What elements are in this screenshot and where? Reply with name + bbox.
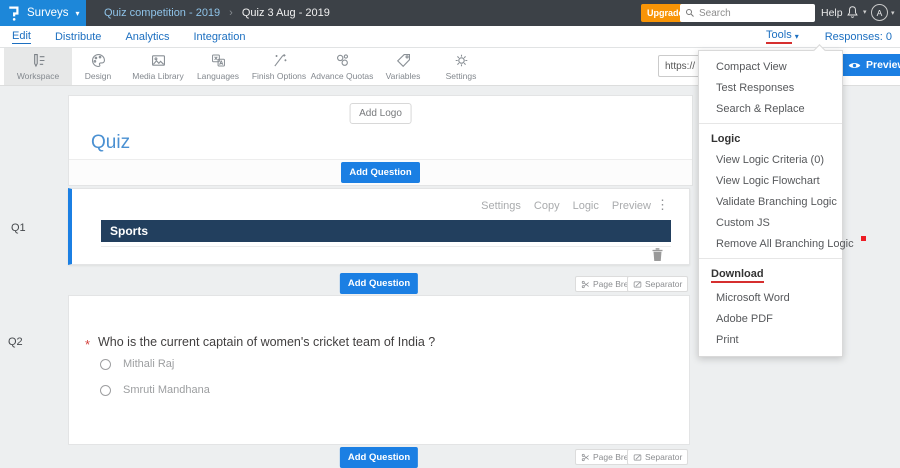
chevron-down-icon: ▾ (891, 9, 895, 17)
chevron-down-icon: ▾ (75, 8, 80, 18)
divider (699, 258, 842, 259)
menu-item-adobe-pdf[interactable]: Adobe PDF (699, 308, 842, 329)
survey-nav: Edit Distribute Analytics Integration To… (0, 26, 900, 48)
account-menu[interactable]: A ▾ (871, 4, 895, 21)
menu-item-microsoft-word[interactable]: Microsoft Word (699, 287, 842, 308)
eye-icon (848, 61, 861, 70)
preview-button[interactable]: Preview (840, 54, 900, 76)
nav-tab-integration[interactable]: Integration (193, 31, 245, 43)
question-2-card: * Who is the current captain of women's … (68, 295, 690, 445)
kebab-menu-icon[interactable]: ⋮ (656, 198, 669, 211)
required-marker: * (85, 337, 91, 352)
menu-section-logic: Logic (711, 133, 741, 145)
q1-number-label: Q1 (11, 222, 26, 234)
app-logo-icon (7, 5, 20, 22)
avatar: A (871, 4, 888, 21)
nav-tab-analytics[interactable]: Analytics (125, 31, 169, 43)
menu-item-view-logic-criteria[interactable]: View Logic Criteria (0) (699, 149, 842, 170)
search-icon (685, 8, 695, 18)
toolbar-item-variables[interactable]: Variables (374, 48, 432, 85)
help-link[interactable]: Help (821, 7, 843, 19)
menu-item-search-replace[interactable]: Search & Replace (699, 98, 842, 119)
breadcrumb: Quiz competition - 2019 › Quiz 3 Aug - 2… (104, 7, 330, 19)
survey-title[interactable]: Quiz (91, 132, 130, 154)
tools-menu-button[interactable]: Tools ▾ (766, 29, 799, 44)
notifications-menu[interactable]: ▾ (845, 4, 867, 20)
separator-button[interactable]: Separator (627, 276, 689, 292)
palette-icon (90, 52, 107, 69)
breadcrumb-survey-group[interactable]: Quiz competition - 2019 (104, 7, 220, 19)
q2-number-label: Q2 (8, 336, 23, 348)
menu-item-test-responses[interactable]: Test Responses (699, 77, 842, 98)
image-icon (150, 52, 167, 69)
breadcrumb-separator-icon: › (229, 7, 233, 19)
separator-icon (633, 280, 642, 289)
option-label[interactable]: Smruti Mandhana (123, 384, 210, 396)
separator-icon (633, 453, 642, 462)
product-label: Surveys (27, 7, 69, 19)
question-1-card: Settings Copy Logic Preview ⋮ Sports (68, 188, 690, 265)
tools-label: Tools (766, 29, 792, 44)
toolbar-item-settings[interactable]: Settings (432, 48, 490, 85)
question-copy-link[interactable]: Copy (534, 200, 560, 212)
quotas-icon (334, 52, 351, 69)
menu-item-compact-view[interactable]: Compact View (699, 56, 842, 77)
tools-dropdown-menu: Compact View Test Responses Search & Rep… (698, 50, 854, 357)
magic-wand-icon (271, 52, 288, 69)
question-text[interactable]: Who is the current captain of women's cr… (98, 335, 435, 349)
toolbar-item-finish-options[interactable]: Finish Options (246, 48, 312, 85)
toolbar-item-media-library[interactable]: Media Library (126, 48, 190, 85)
bell-icon (845, 4, 860, 20)
toolbar-item-design[interactable]: Design (68, 48, 128, 85)
chevron-down-icon: ▾ (863, 9, 867, 16)
nav-tab-edit[interactable]: Edit (12, 30, 31, 44)
add-logo-button[interactable]: Add Logo (349, 103, 412, 124)
toolbar-item-advance-quotas[interactable]: Advance Quotas (307, 48, 377, 85)
question-logic-link[interactable]: Logic (573, 200, 599, 212)
workspace-icon (30, 52, 47, 69)
option-label[interactable]: Mithali Raj (123, 358, 174, 370)
translate-icon (210, 52, 227, 69)
gear-icon (453, 52, 470, 69)
toolbar-item-workspace[interactable]: Workspace (4, 48, 72, 85)
question-settings-link[interactable]: Settings (481, 200, 521, 212)
menu-item-validate-branching-logic[interactable]: Validate Branching Logic (699, 191, 842, 212)
search-input[interactable] (699, 7, 810, 19)
radio-button[interactable] (100, 384, 111, 396)
section-header-sports[interactable]: Sports (101, 220, 671, 242)
divider (699, 123, 842, 124)
app-logo-surveys-menu[interactable]: Surveys ▾ (0, 0, 86, 26)
menu-item-view-logic-flowchart[interactable]: View Logic Flowchart (699, 170, 842, 191)
radio-button[interactable] (100, 358, 111, 370)
survey-header-card: Add Logo Quiz Add Question (68, 95, 693, 186)
menu-section-download: Download (699, 263, 842, 287)
menu-item-remove-all-branching-logic[interactable]: Remove All Branching Logic (699, 233, 854, 254)
question-action-links: Settings Copy Logic Preview (481, 200, 651, 212)
add-question-button[interactable]: Add Question (339, 447, 419, 468)
top-bar: Surveys ▾ Quiz competition - 2019 › Quiz… (0, 0, 900, 26)
scissors-icon (581, 280, 590, 289)
menu-item-print[interactable]: Print (699, 329, 842, 350)
scissors-icon (581, 453, 590, 462)
answer-option-row: Mithali Raj (100, 358, 174, 370)
divider (101, 246, 671, 247)
nav-tab-distribute[interactable]: Distribute (55, 31, 101, 43)
global-search (680, 4, 815, 22)
add-question-row-top: Add Question (69, 159, 692, 185)
tag-icon (395, 52, 412, 69)
add-question-button[interactable]: Add Question (339, 273, 419, 294)
toolbar-item-languages[interactable]: Languages (190, 48, 246, 85)
chevron-down-icon: ▾ (794, 32, 799, 41)
breadcrumb-survey-name[interactable]: Quiz 3 Aug - 2019 (242, 7, 330, 19)
trash-icon[interactable] (651, 247, 664, 262)
annotation-red-dot (861, 236, 866, 241)
separator-button[interactable]: Separator (627, 449, 689, 465)
add-question-button[interactable]: Add Question (341, 162, 420, 183)
menu-item-custom-js[interactable]: Custom JS (699, 212, 842, 233)
answer-option-row: Smruti Mandhana (100, 384, 210, 396)
question-preview-link[interactable]: Preview (612, 200, 651, 212)
responses-count[interactable]: Responses: 0 (825, 31, 892, 43)
